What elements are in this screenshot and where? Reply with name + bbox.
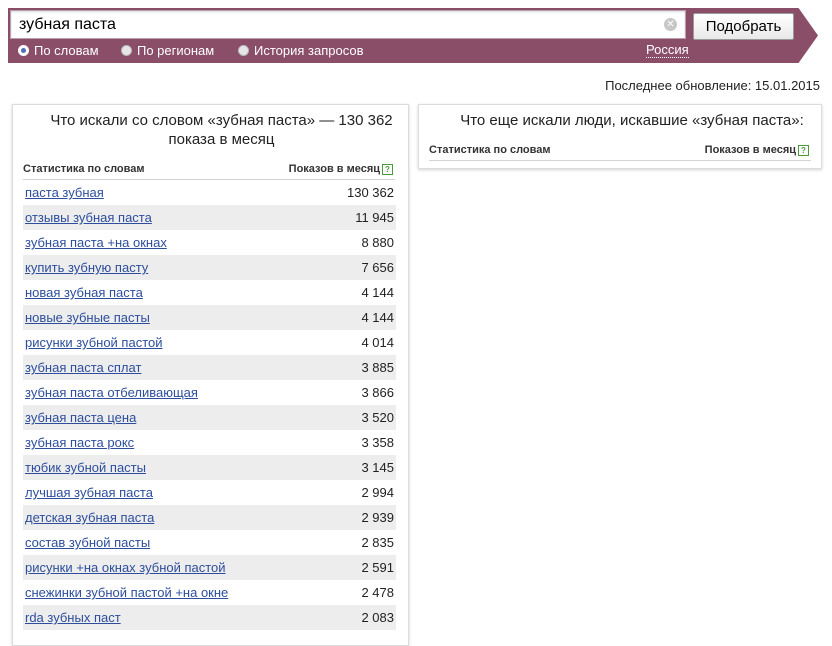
radio-icon — [121, 45, 132, 56]
table-row: снежинки зубной пастой +на окне 2 478 — [23, 580, 396, 605]
keyword-link[interactable]: отзывы зубная паста — [25, 210, 152, 225]
table-row: рисунки зубной пастой 4 014 — [23, 330, 396, 355]
keyword-link[interactable]: паста зубная — [25, 185, 104, 200]
help-icon[interactable]: ? — [798, 145, 809, 156]
impressions-count: 3 145 — [361, 460, 394, 475]
table-row: детская зубная паста 2 939 — [23, 505, 396, 530]
impressions-count: 7 656 — [361, 260, 394, 275]
keyword-link[interactable]: новые зубные пасты — [25, 310, 150, 325]
keyword-link[interactable]: состав зубной пасты — [25, 535, 150, 550]
table-row: зубная паста +на окнах 8 880 — [23, 230, 396, 255]
panel-title: Что еще искали люди, искавшие «зубная па… — [460, 112, 804, 129]
table-row: рисунки +на окнах зубной пастой 2 591 — [23, 555, 396, 580]
column-header-count-label: Показов в месяц — [704, 144, 796, 156]
table-header: Статистика по словам Показов в месяц? — [429, 144, 811, 161]
mode-label: По регионам — [137, 43, 215, 58]
impressions-count: 4 144 — [361, 310, 394, 325]
keyword-table: паста зубная 130 362 отзывы зубная паста 11… — [23, 180, 396, 630]
table-row: новая зубная паста 4 144 — [23, 280, 396, 305]
keyword-link[interactable]: новая зубная паста — [25, 285, 143, 300]
radio-icon — [18, 45, 29, 56]
table-row: состав зубной пасты 2 835 — [23, 530, 396, 555]
keyword-link[interactable]: снежинки зубной пастой +на окне — [25, 585, 228, 600]
keyword-link[interactable]: зубная паста +на окнах — [25, 235, 167, 250]
table-row: зубная паста отбеливающая 3 866 — [23, 380, 396, 405]
mode-label: По словам — [34, 43, 99, 58]
submit-button[interactable]: Подобрать — [693, 13, 794, 40]
search-input[interactable] — [15, 11, 663, 38]
help-icon[interactable]: ? — [382, 164, 393, 175]
keyword-link[interactable]: зубная паста отбеливающая — [25, 385, 198, 400]
mode-by-words[interactable]: По словам — [18, 43, 99, 58]
table-row: rda зубных паст 2 083 — [23, 605, 396, 630]
mode-query-history[interactable]: История запросов — [238, 43, 364, 58]
table-row: зубная паста сплат 3 885 — [23, 355, 396, 380]
impressions-count: 4 144 — [361, 285, 394, 300]
keyword-link[interactable]: купить зубную пасту — [25, 260, 148, 275]
impressions-count: 8 880 — [361, 235, 394, 250]
keyword-link[interactable]: рисунки +на окнах зубной пастой — [25, 560, 226, 575]
impressions-count: 2 591 — [361, 560, 394, 575]
mode-label: История запросов — [254, 43, 364, 58]
region-link[interactable]: Россия — [646, 43, 689, 58]
clear-icon[interactable]: ✕ — [664, 18, 677, 31]
impressions-count: 4 014 — [361, 335, 394, 350]
impressions-count: 2 083 — [361, 610, 394, 625]
column-header-count: Показов в месяц? — [289, 163, 393, 175]
keyword-link[interactable]: лучшая зубная паста — [25, 485, 153, 500]
impressions-count: 2 835 — [361, 535, 394, 550]
keyword-link[interactable]: рисунки зубной пастой — [25, 335, 163, 350]
search-box[interactable]: ✕ — [10, 10, 686, 39]
table-row: отзывы зубная паста 11 945 — [23, 205, 396, 230]
column-header-count-label: Показов в месяц — [288, 163, 380, 175]
impressions-count: 3 520 — [361, 410, 394, 425]
keyword-stats-panel: Что искали со словом «зубная паста» — 13… — [12, 104, 409, 646]
impressions-count: 2 478 — [361, 585, 394, 600]
keyword-link[interactable]: тюбик зубной пасты — [25, 460, 146, 475]
table-row: зубная паста цена 3 520 — [23, 405, 396, 430]
panel-title: Что искали со словом «зубная паста» — 13… — [50, 112, 393, 148]
table-row: новые зубные пасты 4 144 — [23, 305, 396, 330]
keyword-link[interactable]: зубная паста цена — [25, 410, 136, 425]
impressions-count: 2 994 — [361, 485, 394, 500]
table-row: зубная паста рокс 3 358 — [23, 430, 396, 455]
table-row: купить зубную пасту 7 656 — [23, 255, 396, 280]
related-searches-panel: Что еще искали люди, искавшие «зубная па… — [418, 104, 822, 169]
table-row: паста зубная 130 362 — [23, 180, 396, 205]
column-header-count: Показов в месяц? — [705, 144, 809, 156]
last-update: Последнее обновление: 15.01.2015 — [605, 78, 820, 93]
impressions-count: 3 358 — [361, 435, 394, 450]
impressions-count: 11 945 — [355, 210, 394, 225]
column-header-keyword: Статистика по словам — [429, 144, 551, 156]
impressions-count: 3 866 — [361, 385, 394, 400]
impressions-count: 2 939 — [361, 510, 394, 525]
keyword-link[interactable]: зубная паста рокс — [25, 435, 134, 450]
keyword-link[interactable]: зубная паста сплат — [25, 360, 141, 375]
keyword-link[interactable]: детская зубная паста — [25, 510, 154, 525]
radio-icon — [238, 45, 249, 56]
impressions-count: 130 362 — [347, 185, 394, 200]
table-row: тюбик зубной пасты 3 145 — [23, 455, 396, 480]
keyword-link[interactable]: rda зубных паст — [25, 610, 121, 625]
table-header: Статистика по словам Показов в месяц? — [23, 163, 395, 180]
impressions-count: 3 885 — [361, 360, 394, 375]
table-row: лучшая зубная паста 2 994 — [23, 480, 396, 505]
column-header-keyword: Статистика по словам — [23, 163, 145, 175]
mode-by-regions[interactable]: По регионам — [121, 43, 214, 58]
